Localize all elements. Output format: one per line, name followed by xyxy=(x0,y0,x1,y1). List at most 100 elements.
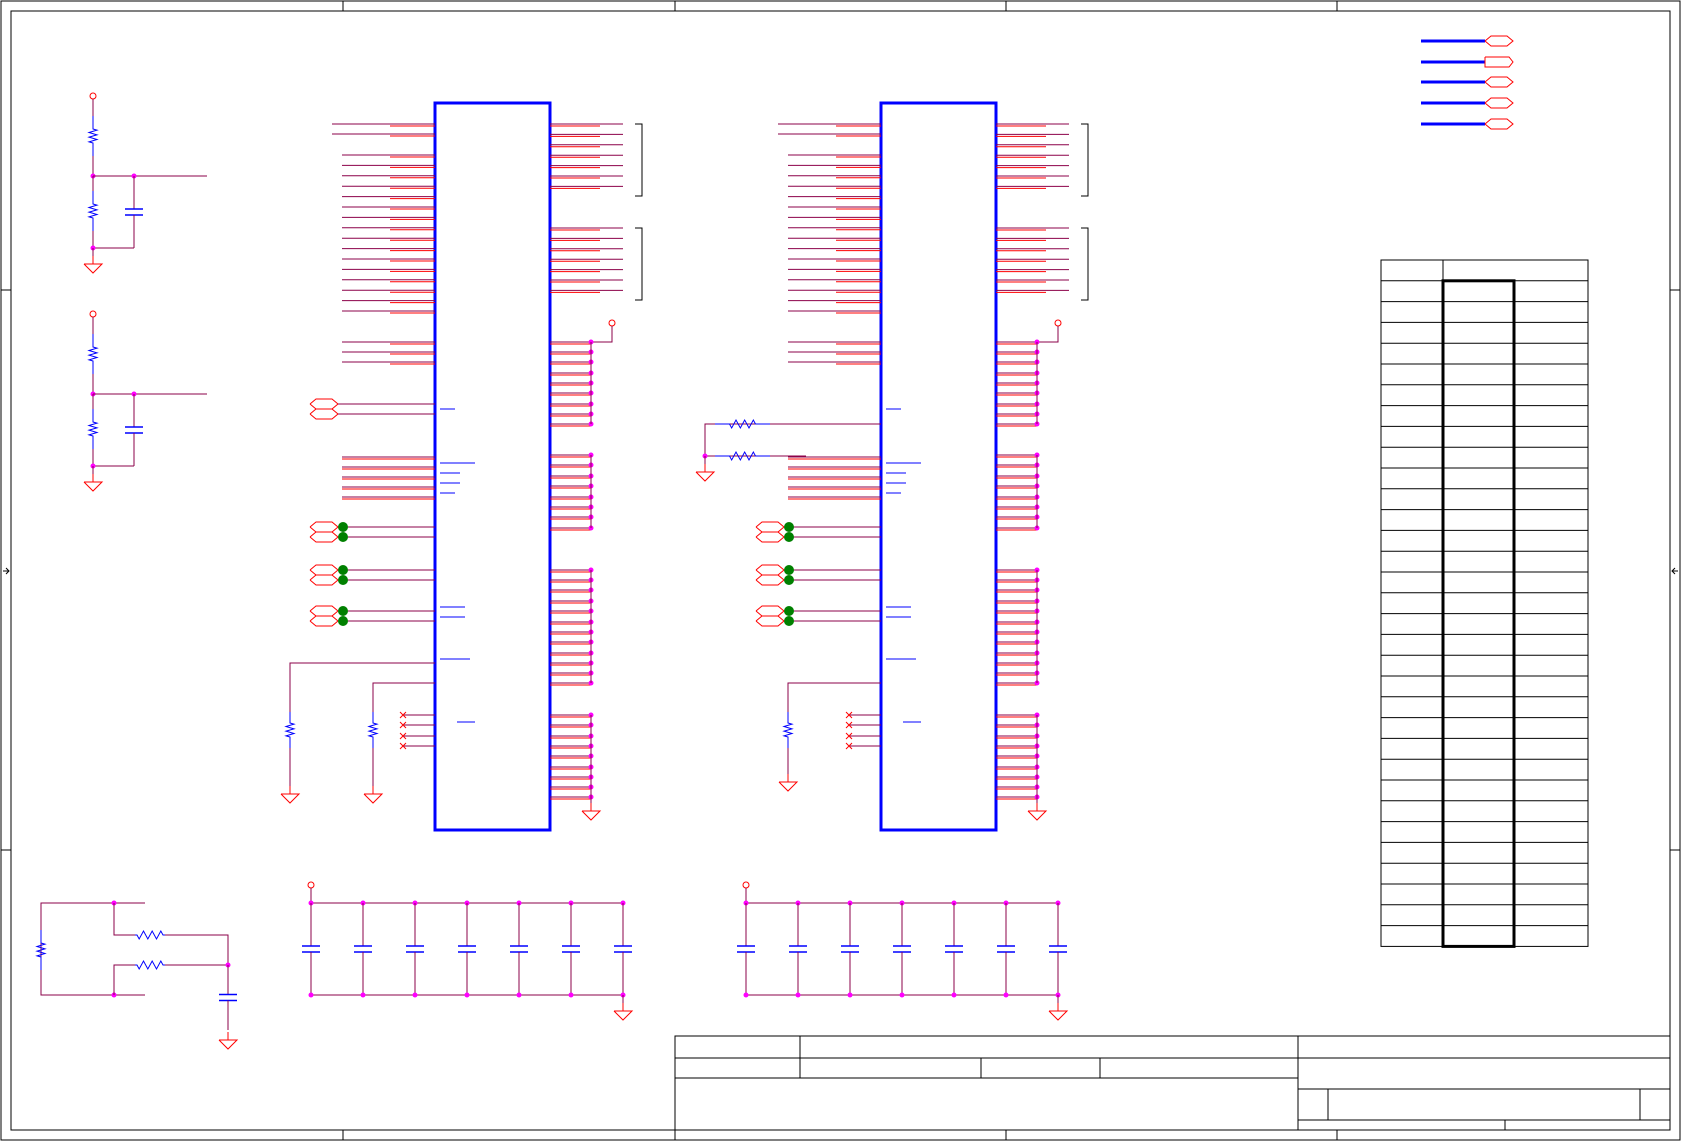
off-page-connector-symbol xyxy=(309,408,339,420)
power-port-symbol xyxy=(89,92,97,100)
resistor-symbol xyxy=(87,334,99,374)
ground-triangle xyxy=(1048,1010,1069,1021)
junction-dot xyxy=(568,992,574,998)
test-point-symbol xyxy=(338,616,348,626)
bus-bracket xyxy=(1081,227,1089,301)
voltage-divider-b xyxy=(83,310,207,492)
ic-u1 xyxy=(280,101,643,832)
bus-bracket xyxy=(1081,123,1089,197)
ground-symbol xyxy=(1027,803,1048,821)
off-page-connector-symbol xyxy=(309,531,339,543)
pin-map-table xyxy=(1380,259,1589,948)
off-page-connector-symbol xyxy=(755,531,785,543)
resistor-symbol xyxy=(35,930,47,970)
off-page-connector-symbol xyxy=(755,521,785,533)
off-page-connector-symbol xyxy=(309,574,339,586)
test-point-symbol xyxy=(338,522,348,532)
off-page-connector-symbol xyxy=(309,605,339,617)
off-page-connector-symbol xyxy=(1484,76,1514,88)
test-point-symbol xyxy=(784,616,794,626)
power-port-symbol xyxy=(608,319,616,327)
wire-path xyxy=(113,903,135,936)
table-frame xyxy=(1380,259,1589,947)
test-point-symbol xyxy=(338,565,348,575)
junction-dot xyxy=(516,992,522,998)
resistor-symbol xyxy=(782,712,794,748)
junction-dot xyxy=(795,992,801,998)
ground-triangle xyxy=(1027,810,1048,821)
vcc-link xyxy=(1037,326,1059,343)
wire-path xyxy=(704,423,881,456)
off-page-connector-symbol xyxy=(755,574,785,586)
test-point-symbol xyxy=(784,565,794,575)
ground-triangle xyxy=(695,471,716,482)
test-point-symbol xyxy=(784,575,794,585)
resistor-symbol xyxy=(715,450,770,462)
junction-dot xyxy=(1003,992,1009,998)
resistor-symbol xyxy=(135,929,165,941)
off-page-connector-symbol xyxy=(1484,35,1514,47)
off-page-connector-symbol xyxy=(755,564,785,576)
ground-symbol xyxy=(695,464,716,482)
capacitor-symbol xyxy=(841,903,859,995)
resistor-symbol xyxy=(87,191,99,231)
ground-triangle xyxy=(218,1039,239,1050)
capacitor-symbol xyxy=(1049,903,1067,995)
wire-path xyxy=(787,682,881,712)
bus-bracket xyxy=(635,123,643,197)
power-port-symbol xyxy=(89,310,97,318)
ground-symbol xyxy=(581,803,602,821)
capacitor-symbol xyxy=(125,176,143,248)
capacitor-symbol xyxy=(893,903,911,995)
power-port-symbol xyxy=(742,881,750,889)
ground-symbol xyxy=(83,474,104,492)
junction-dot xyxy=(899,992,905,998)
junction-dot xyxy=(308,992,314,998)
ground-symbol xyxy=(83,256,104,274)
capacitor-symbol xyxy=(997,903,1015,995)
schematic-drawing xyxy=(0,0,1681,1141)
capacitor-symbol xyxy=(219,965,237,1030)
capacitor-symbol xyxy=(354,903,372,995)
resistor-symbol xyxy=(135,959,165,971)
resistor-symbol xyxy=(87,116,99,156)
off-page-connector-symbol xyxy=(1484,97,1514,109)
capacitor-symbol xyxy=(614,903,632,995)
test-point-symbol xyxy=(338,532,348,542)
capacitor-symbol xyxy=(945,903,963,995)
vcc-link xyxy=(591,326,613,343)
title-block xyxy=(674,1035,1671,1131)
off-page-connector-symbol xyxy=(755,615,785,627)
capacitor-symbol xyxy=(562,903,580,995)
ground-triangle xyxy=(581,810,602,821)
off-page-connector-symbol xyxy=(755,605,785,617)
ic-u2 xyxy=(695,101,1089,832)
off-page-connector-symbol xyxy=(309,615,339,627)
resistor-symbol xyxy=(715,418,770,430)
power-port-symbol xyxy=(1054,319,1062,327)
net-port-legend xyxy=(1421,35,1514,130)
ground-triangle xyxy=(83,263,104,274)
ground-triangle xyxy=(363,793,384,804)
junction-dot xyxy=(360,992,366,998)
junction-dot xyxy=(847,992,853,998)
capacitor-symbol xyxy=(302,903,320,995)
junction-dot xyxy=(464,992,470,998)
junction-dot xyxy=(412,992,418,998)
title-frame xyxy=(674,1035,1671,1131)
ic-body xyxy=(433,101,552,832)
ground-symbol xyxy=(280,786,301,804)
junction-dot xyxy=(951,992,957,998)
bypass-cap-bank-1 xyxy=(302,881,634,1021)
capacitor-symbol xyxy=(737,903,755,995)
off-page-connector-symbol xyxy=(309,398,339,410)
voltage-divider-a xyxy=(83,92,207,274)
capacitor-symbol xyxy=(789,903,807,995)
wire-path xyxy=(372,682,435,712)
ground-triangle xyxy=(280,793,301,804)
resistor-symbol xyxy=(284,712,296,748)
resistor-symbol xyxy=(87,409,99,449)
ground-symbol xyxy=(778,774,799,792)
off-page-connector-symbol xyxy=(1484,118,1514,130)
ground-symbol xyxy=(363,786,384,804)
